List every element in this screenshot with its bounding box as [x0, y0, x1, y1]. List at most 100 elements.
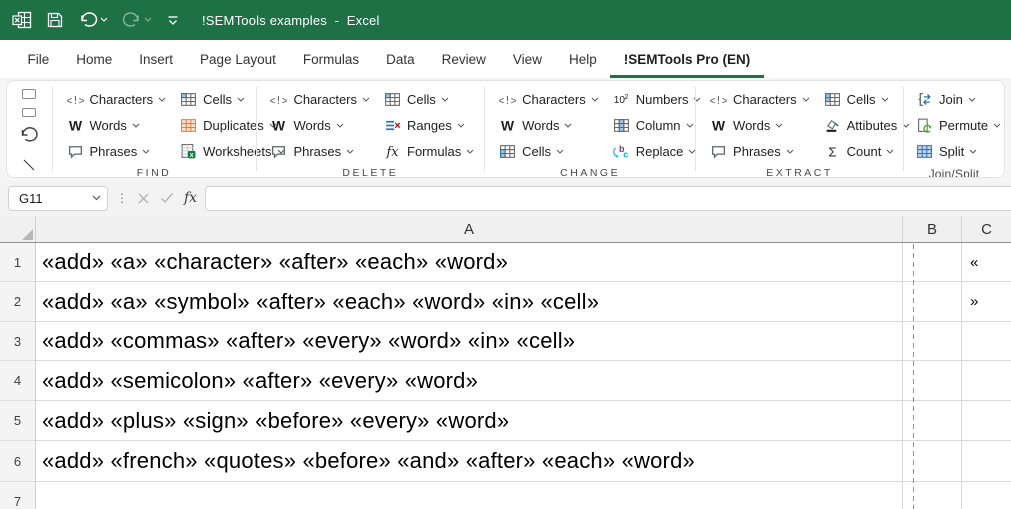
cell-B4[interactable]	[903, 361, 962, 401]
cell-B7[interactable]	[903, 482, 962, 509]
cell-C7[interactable]	[962, 482, 1011, 509]
group-label-find: FIND	[136, 167, 172, 178]
ribbon-button-find-phrases[interactable]: Phrases	[65, 138, 169, 164]
ribbon-button-extract-phrases[interactable]: Phrases	[708, 138, 812, 164]
column-header-b[interactable]: B	[903, 216, 962, 242]
chevron-down-icon	[686, 123, 693, 128]
cell-B6[interactable]	[903, 441, 962, 482]
row-header-1[interactable]: 1	[0, 243, 36, 282]
cancel-icon[interactable]	[137, 192, 150, 205]
cell-A5[interactable]: «add» «plus» «sign» «before» «every» «wo…	[36, 401, 903, 441]
name-box-chevron-icon[interactable]	[92, 195, 101, 201]
cell-A3[interactable]: «add» «commas» «after» «every» «word» «i…	[36, 322, 903, 361]
ribbon-button-join[interactable]: Join	[914, 86, 1003, 112]
button-label: Column	[635, 117, 681, 133]
row-header-7[interactable]: 7	[0, 482, 36, 509]
undo-icon[interactable]	[19, 126, 39, 149]
cell-B5[interactable]	[903, 401, 962, 441]
chevron-down-icon	[158, 97, 166, 102]
ribbon-button-delete-phrases[interactable]: Phrases	[268, 138, 372, 164]
tab-semtools-pro[interactable]: !SEMTools Pro (EN)	[610, 40, 764, 78]
row-header-4[interactable]: 4	[0, 361, 36, 401]
cell-A2[interactable]: «add» «a» «symbol» «after» «each» «word»…	[36, 282, 903, 322]
tab-page-layout[interactable]: Page Layout	[187, 40, 290, 78]
ribbon-button-find-words[interactable]: W Words	[65, 112, 169, 138]
ribbon-button-change-numbers[interactable]: 10 2 Numbers	[611, 86, 704, 112]
formula-input[interactable]	[205, 185, 1011, 211]
chevron-down-icon	[786, 149, 794, 154]
cell-A1[interactable]: «add» «a» «character» «after» «each» «wo…	[36, 243, 903, 282]
cell-C5[interactable]	[962, 401, 1011, 441]
column-header-c[interactable]: C	[962, 216, 1011, 242]
cell-C3[interactable]	[962, 322, 1011, 361]
formula-bar-splitter[interactable]: ⋮	[116, 191, 129, 205]
svg-text:W: W	[69, 117, 83, 133]
cell-C1[interactable]: «	[962, 243, 1011, 282]
chevron-down-icon	[556, 149, 564, 154]
svg-text:x: x	[190, 151, 194, 158]
formula-bar-row: G11 ⋮ fx	[0, 182, 1011, 214]
cell-C2[interactable]: »	[962, 282, 1011, 322]
cell-A6[interactable]: «add» «french» «quotes» «before» «and» «…	[36, 441, 903, 482]
button-label: Permute	[938, 117, 989, 133]
tab-data[interactable]: Data	[373, 40, 429, 78]
ribbon-button-extract-words[interactable]: W Words	[708, 112, 812, 138]
ribbon-button-delete-words[interactable]: W Words	[268, 112, 372, 138]
ribbon-button-change-characters[interactable]: <!> Characters	[497, 86, 601, 112]
select-all-button[interactable]	[0, 216, 36, 242]
count-sigma-icon: Σ	[824, 143, 841, 160]
chevron-down-icon	[441, 97, 449, 102]
tab-view[interactable]: View	[499, 40, 555, 78]
button-label: Phrases	[733, 143, 781, 159]
ribbon-button-permute[interactable]: Permute	[914, 112, 1003, 138]
chevron-down-icon	[802, 97, 809, 102]
tab-formulas[interactable]: Formulas	[289, 40, 372, 78]
cell-B2[interactable]	[903, 282, 962, 322]
words-icon: W	[499, 117, 516, 134]
name-box[interactable]: G11	[8, 185, 108, 211]
ribbon-button-delete-characters[interactable]: <!> Characters	[268, 86, 372, 112]
customize-qat-icon[interactable]	[166, 13, 180, 27]
cell-A7[interactable]	[36, 482, 903, 509]
svg-text:×: ×	[394, 120, 400, 132]
tab-home[interactable]: Home	[63, 40, 126, 78]
tab-help[interactable]: Help	[555, 40, 610, 78]
tab-review[interactable]: Review	[428, 40, 499, 78]
row-header-3[interactable]: 3	[0, 322, 36, 361]
ribbon-button-split[interactable]: Split	[914, 138, 1003, 164]
cell-C4[interactable]	[962, 361, 1011, 401]
group-label-extract: EXTRACT	[766, 167, 833, 178]
ribbon-button-find-characters[interactable]: <!> Characters	[65, 86, 169, 112]
chevron-down-icon	[362, 97, 370, 102]
enter-check-icon[interactable]	[160, 192, 174, 204]
cell-C6[interactable]	[962, 441, 1011, 482]
ribbon-button-extract-count[interactable]: Σ Count	[822, 138, 913, 164]
row-header-2[interactable]: 2	[0, 282, 36, 322]
row-header-6[interactable]: 6	[0, 441, 36, 482]
ribbon-button-delete-ranges[interactable]: × Ranges	[382, 112, 476, 138]
ribbon-button-extract-characters[interactable]: <!> Characters	[708, 86, 812, 112]
checkbox[interactable]	[22, 107, 37, 117]
ribbon-button-delete-formulas[interactable]: fx Formulas	[382, 138, 476, 164]
ribbon-button-change-column[interactable]: Column	[611, 112, 704, 138]
ribbon-button-extract-attributes[interactable]: Attibutes	[822, 112, 913, 138]
tab-insert[interactable]: Insert	[126, 40, 187, 78]
cell-B3[interactable]	[903, 322, 962, 361]
diagonal-border-icon[interactable]	[22, 158, 36, 177]
ribbon-button-delete-cells[interactable]: Cells	[382, 86, 476, 112]
row-header-5[interactable]: 5	[0, 401, 36, 441]
undo-button[interactable]	[78, 11, 108, 29]
save-icon[interactable]	[46, 11, 64, 29]
ribbon-button-change-words[interactable]: W Words	[497, 112, 601, 138]
column-header-a[interactable]: A	[36, 216, 903, 242]
redo-button[interactable]	[122, 11, 152, 29]
insert-function-icon[interactable]: fx	[184, 190, 197, 206]
cell-B1[interactable]	[903, 243, 962, 282]
ribbon-button-extract-cells[interactable]: Cells	[822, 86, 913, 112]
excel-app-icon[interactable]	[12, 11, 32, 29]
ribbon-button-change-replace[interactable]: b c Replace	[611, 138, 704, 164]
tab-file[interactable]: File	[14, 40, 63, 78]
cell-A4[interactable]: «add» «semicolon» «after» «every» «word»	[36, 361, 903, 401]
checkbox[interactable]	[22, 89, 37, 99]
ribbon-button-change-cells[interactable]: Cells	[497, 138, 601, 164]
